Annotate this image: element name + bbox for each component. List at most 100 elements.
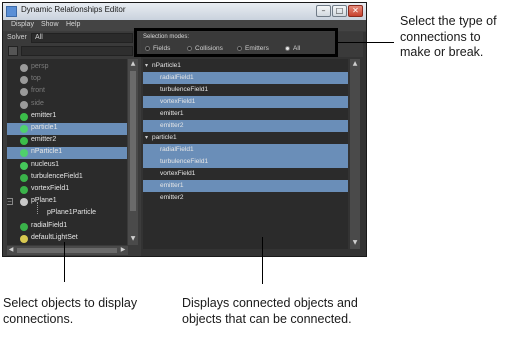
lightset-icon [20,234,28,243]
outliner-item-label: defaultLightSet [31,233,78,241]
camera-icon [20,64,28,72]
outliner-item-label: particle1 [31,124,58,131]
leader-line-left [64,242,65,282]
connection-item[interactable]: emitter2 [143,120,348,132]
outliner-item[interactable]: − pPlane1 [7,196,127,208]
nucleus-icon [20,161,28,170]
connection-item-label: turbulenceField1 [160,86,209,93]
connection-item-label: emitter2 [160,194,184,201]
connection-item[interactable]: turbulenceField1 [143,156,348,168]
outliner-item[interactable]: persp [7,62,127,74]
outliner-item[interactable]: side [7,99,127,111]
menu-show[interactable]: Show [41,21,59,28]
callout-connected-objects: Displays connected objects and objects t… [182,296,358,326]
close-button[interactable]: ✕ [348,5,363,17]
field-icon [20,173,28,182]
connection-item-label: emitter2 [160,122,184,129]
outliner-item-label: persp [31,63,49,70]
menu-display[interactable]: Display [11,21,34,28]
connection-item-label: radialField1 [160,74,194,81]
connection-item[interactable]: radialField1 [143,144,348,156]
outliner-item-label: emitter2 [31,136,57,144]
scroll-thumb[interactable] [130,71,136,211]
outliner-item[interactable]: particle1 [7,123,127,135]
outliner-item[interactable]: vortexField1 [7,184,127,196]
solver-dropdown[interactable]: All [31,33,133,43]
outliner-item-label: pPlane1Particle [47,209,97,217]
emitter-icon [20,137,28,146]
camera-icon [20,88,28,97]
scroll-right-arrow-icon[interactable]: ▶ [119,246,127,254]
callout-selection-modes: Select the type of connections to make o… [400,14,497,59]
callout-select-objects: Select objects to display connections. [3,296,138,326]
object-outliner-pane: Solver All persp top front side emitter1 part… [5,32,140,256]
filter-button[interactable] [8,46,18,56]
emitter-icon [20,112,28,121]
connection-group-label: particle1 [152,134,177,141]
connection-item[interactable]: emitter2 [143,192,348,204]
tree-connector-line [37,202,38,215]
outliner-item[interactable]: top [7,74,127,86]
outliner-item-label: radialField1 [31,221,68,229]
scroll-left-arrow-icon[interactable]: ◀ [7,246,15,254]
connection-item-label: turbulenceField1 [160,158,209,165]
connection-item[interactable]: emitter1 [143,108,348,120]
outliner-item[interactable]: emitter2 [7,135,127,147]
minimize-button[interactable]: – [316,5,331,17]
connection-group-header[interactable]: ▾ nParticle1 [143,60,348,72]
connection-item[interactable]: emitter1 [143,180,348,192]
field-icon [20,186,28,194]
connection-item-label: vortexField1 [160,98,196,105]
outliner-item-label: emitter1 [31,111,57,119]
connections-vertical-scrollbar[interactable]: ▲ ▼ [350,59,360,249]
connection-item-label: radialField1 [160,146,194,153]
connection-item[interactable]: radialField1 [143,72,348,84]
outliner-vertical-scrollbar[interactable]: ▲ ▼ [128,59,138,245]
collapse-toggle-icon[interactable]: − [7,198,13,206]
connection-item[interactable]: vortexField1 [143,168,348,180]
camera-icon [20,100,28,109]
solver-label: Solver [7,34,27,41]
connection-item-label: vortexField1 [160,170,196,177]
connection-group-header[interactable]: ▾ particle1 [143,132,348,144]
filter-input[interactable] [21,46,133,56]
mesh-icon [20,198,28,207]
outliner-item[interactable]: pPlane1Particle [7,202,127,220]
outliner-horizontal-scrollbar[interactable]: ◀ ▶ [7,246,128,255]
horizontal-scroll-thumb[interactable] [17,248,117,253]
outliner-item-label: pPlane1 [31,197,57,205]
connection-group-label: nParticle1 [152,62,181,69]
outliner-item-label: front [31,87,46,95]
title-bar: Dynamic Relationships Editor – □ ✕ [3,3,366,20]
connection-item-label: emitter1 [160,110,184,117]
scroll-down-arrow-icon[interactable]: ▼ [351,239,359,247]
outliner-item-label: side [31,99,44,107]
nparticle-icon [20,149,28,158]
particle-icon [20,125,28,133]
outliner-item[interactable]: defaultLightSet [7,233,127,245]
object-list: persp top front side emitter1 particle1 emitte… [7,59,127,245]
connection-item[interactable]: vortexField1 [143,96,348,108]
maximize-button[interactable]: □ [332,5,347,17]
menu-help[interactable]: Help [66,21,80,28]
leader-line-top [338,42,394,43]
expand-caret-icon[interactable]: ▾ [145,134,148,141]
outliner-item-label: top [31,75,41,83]
outliner-item[interactable]: turbulenceField1 [7,172,127,184]
outliner-item[interactable]: nucleus1 [7,160,127,172]
scroll-up-arrow-icon[interactable]: ▲ [129,60,137,68]
scroll-up-arrow-icon[interactable]: ▲ [351,60,359,68]
relationships-pane: Selection modes: Fields Collisions Emitt… [141,32,366,256]
connection-item[interactable]: turbulenceField1 [143,84,348,96]
scroll-down-arrow-icon[interactable]: ▼ [129,235,137,243]
outliner-item[interactable]: radialField1 [7,221,127,233]
outliner-item[interactable]: nParticle1 [7,147,127,160]
outliner-item-label: vortexField1 [31,185,70,192]
leader-line-right [262,237,263,284]
expand-caret-icon[interactable]: ▾ [145,62,148,69]
outliner-item[interactable]: front [7,86,127,98]
outliner-item-label: turbulenceField1 [31,172,83,180]
window-title: Dynamic Relationships Editor [21,5,126,14]
outliner-item[interactable]: emitter1 [7,111,127,123]
connection-list: ▾ nParticle1 radialField1 turbulenceField1 v… [143,59,348,249]
